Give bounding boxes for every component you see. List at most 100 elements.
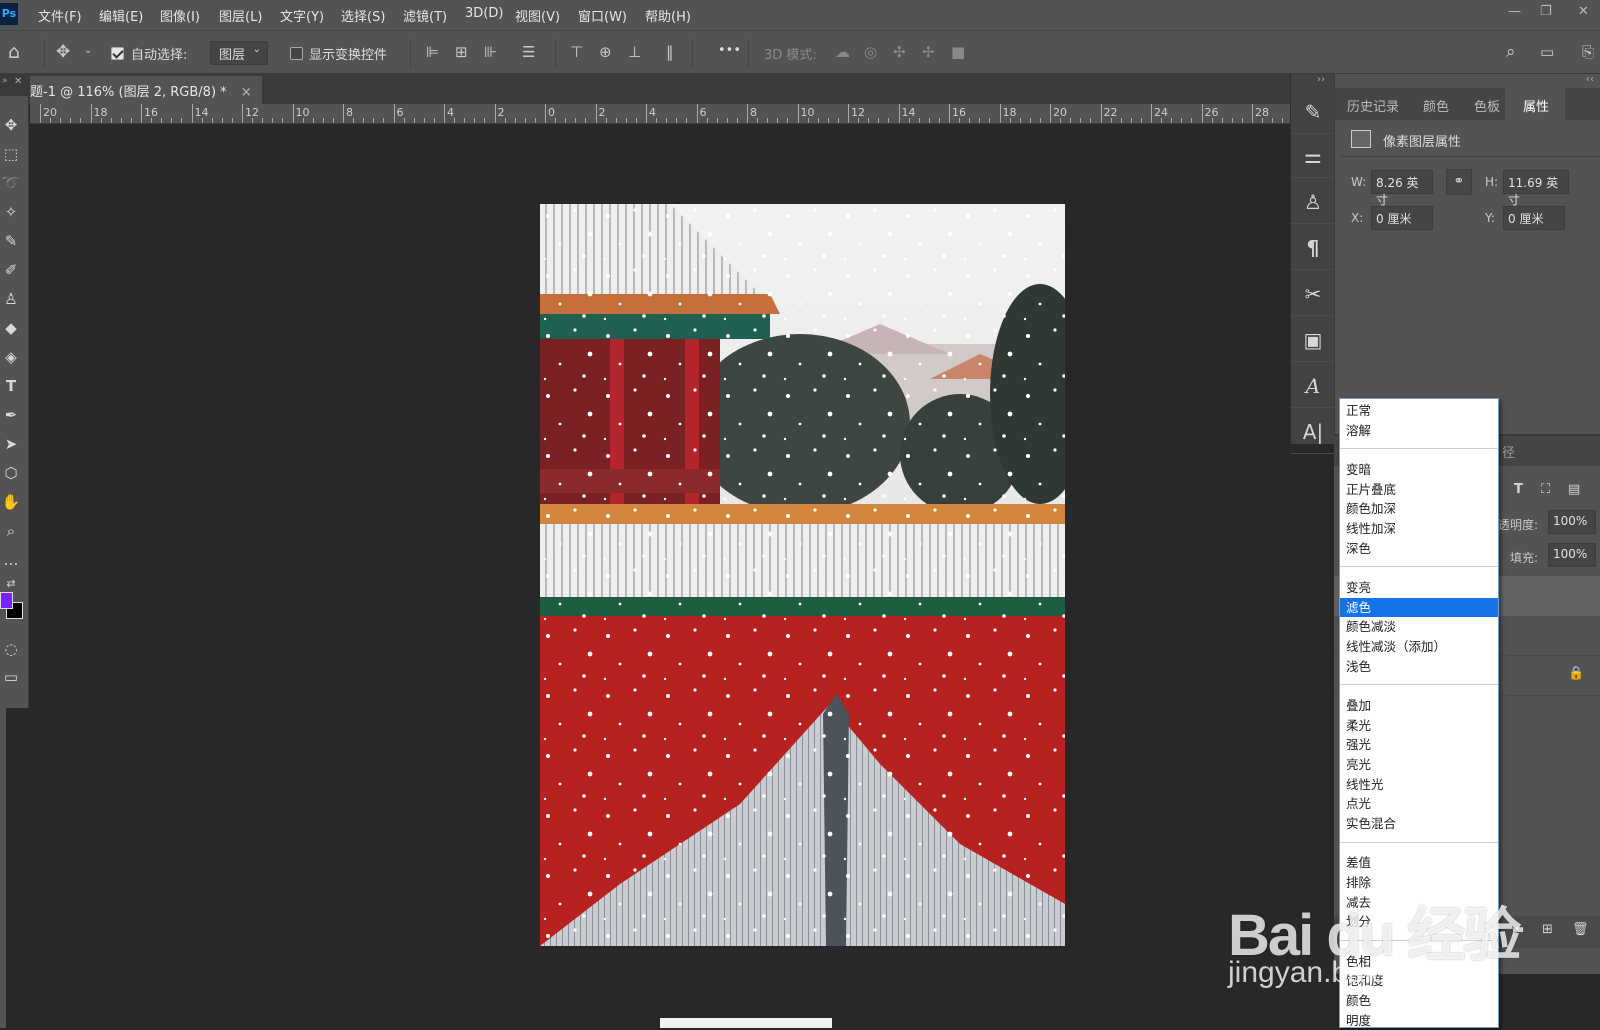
blend-mode-option[interactable]: 点光 — [1340, 794, 1498, 813]
marquee-tool-icon[interactable]: ⬚ — [0, 141, 22, 167]
tab-swatches[interactable]: 色板 — [1474, 96, 1500, 115]
type-filter-icon[interactable]: T — [1514, 482, 1523, 497]
blend-mode-option[interactable]: 颜色加深 — [1340, 499, 1498, 518]
tab-color[interactable]: 颜色 — [1423, 96, 1449, 115]
menu-layer[interactable]: 图层(L) — [219, 6, 262, 25]
blend-mode-option[interactable]: 深色 — [1340, 539, 1498, 558]
smart-object-filter-icon[interactable]: ▤ — [1568, 482, 1580, 497]
3d-pan-icon[interactable]: ✣ — [893, 43, 906, 61]
eraser-icon[interactable]: ◆ — [0, 315, 22, 341]
blend-mode-option[interactable]: 变暗 — [1340, 460, 1498, 479]
eyedropper-icon[interactable]: ✎ — [0, 228, 22, 254]
paths-tab-fragment[interactable]: 径 — [1502, 442, 1515, 461]
blend-mode-option[interactable]: 饱和度 — [1340, 971, 1498, 990]
stamp-tool-icon[interactable]: ♙ — [0, 286, 22, 312]
align-right-icon[interactable]: ⊪ — [484, 43, 497, 61]
screen-mode-icon[interactable]: ▭ — [0, 664, 22, 690]
tab-history[interactable]: 历史记录 — [1347, 96, 1399, 115]
blend-mode-option[interactable]: 叠加 — [1340, 696, 1498, 715]
blend-mode-option[interactable]: 划分 — [1340, 912, 1498, 931]
3d-roll-icon[interactable]: ◎ — [864, 43, 877, 61]
menu-edit[interactable]: 编辑(E) — [99, 6, 143, 25]
blend-mode-option[interactable]: 明度 — [1340, 1011, 1498, 1030]
blend-mode-option[interactable]: 色相 — [1340, 952, 1498, 971]
hand-tool-icon[interactable]: ✋ — [0, 489, 22, 515]
link-icon[interactable]: ⚭ — [1446, 169, 1472, 195]
tool-presets-icon[interactable]: ✂ — [1291, 272, 1335, 316]
blend-mode-option[interactable]: 强光 — [1340, 735, 1498, 754]
blend-mode-menu[interactable]: 正常 溶解 变暗 正片叠底 颜色加深 线性加深 深色 变亮 滤色 颜色减淡 线性减淡（添加） 浅色 叠加… — [1339, 398, 1499, 1028]
search-icon[interactable]: ⌕ — [1506, 42, 1516, 62]
x-field[interactable]: 0 厘米 — [1371, 206, 1433, 230]
align-bottom-icon[interactable]: ⊥ — [628, 43, 641, 61]
blend-mode-option[interactable]: 正常 — [1340, 401, 1498, 420]
menu-file[interactable]: 文件(F) — [38, 6, 82, 25]
close-icon[interactable]: ✕ — [14, 76, 22, 87]
foreground-color-swatch[interactable] — [0, 592, 13, 609]
magic-wand-icon[interactable]: ✧ — [0, 199, 22, 225]
new-layer-icon[interactable]: ⊞ — [1542, 922, 1553, 937]
menu-filter[interactable]: 滤镜(T) — [403, 6, 447, 25]
blend-mode-option[interactable]: 颜色减淡 — [1340, 617, 1498, 636]
blend-mode-option[interactable]: 颜色 — [1340, 991, 1498, 1010]
quick-mask-icon[interactable]: ◌ — [0, 636, 22, 662]
menu-help[interactable]: 帮助(H) — [645, 6, 691, 25]
move-tool-icon[interactable]: ✥ — [0, 112, 22, 138]
trash-icon[interactable]: 🗑 — [1572, 922, 1589, 937]
zoom-tool-icon[interactable]: ⌕ — [0, 518, 22, 544]
more-tools-icon[interactable]: … — [0, 547, 22, 573]
height-field[interactable]: 11.69 英寸 — [1503, 170, 1569, 207]
shape-filter-icon[interactable]: ⛶ — [1541, 482, 1550, 497]
blend-mode-option[interactable]: 线性光 — [1340, 775, 1498, 794]
align-hcenter-icon[interactable]: ⊞ — [455, 43, 468, 61]
auto-select-target-dropdown[interactable]: 图层 ⌄ — [210, 41, 268, 65]
paragraph-icon[interactable]: ¶ — [1291, 226, 1335, 270]
libraries-icon[interactable]: ▣ — [1291, 318, 1335, 362]
blend-mode-option[interactable]: 正片叠底 — [1340, 480, 1498, 499]
glyphs-icon[interactable]: A — [1291, 364, 1335, 408]
blend-mode-option[interactable]: 线性减淡（添加） — [1340, 637, 1498, 656]
fill-field[interactable]: 100% — [1548, 543, 1596, 567]
path-selection-icon[interactable]: ➤ — [0, 431, 22, 457]
folder-icon[interactable]: ▬ — [1512, 922, 1524, 937]
type-tool-icon[interactable]: T — [0, 373, 22, 399]
menu-window[interactable]: 窗口(W) — [578, 6, 627, 25]
blend-mode-option[interactable]: 排除 — [1340, 873, 1498, 892]
blend-mode-option[interactable]: 实色混合 — [1340, 814, 1498, 833]
brush-tool-icon[interactable]: ✐ — [0, 257, 22, 283]
align-vcenter-icon[interactable]: ⊕ — [599, 43, 612, 61]
menu-image[interactable]: 图像(I) — [160, 6, 200, 25]
close-icon[interactable]: × — [241, 85, 252, 100]
3d-orbit-icon[interactable]: ☁ — [835, 43, 850, 61]
blend-mode-option[interactable]: 滤色 — [1340, 597, 1498, 617]
distribute-vertical-icon[interactable]: ‖ — [666, 43, 674, 61]
menu-select[interactable]: 选择(S) — [341, 6, 385, 25]
align-left-icon[interactable]: ⊫ — [426, 43, 439, 61]
collapse-icon[interactable]: » — [2, 76, 8, 86]
blend-mode-option[interactable]: 亮光 — [1340, 755, 1498, 774]
distribute-icon[interactable]: ☰ — [522, 43, 535, 61]
lasso-tool-icon[interactable]: ➰ — [0, 170, 22, 196]
minimize-icon[interactable]: — — [1508, 4, 1521, 19]
show-transform-checkbox[interactable] — [290, 47, 303, 60]
more-options-icon[interactable]: ••• — [718, 43, 741, 58]
brush-settings-icon[interactable]: ✎ — [1291, 90, 1335, 134]
paint-bucket-icon[interactable]: ◈ — [0, 344, 22, 370]
blend-mode-option[interactable]: 柔光 — [1340, 716, 1498, 735]
share-icon[interactable]: ⎘ — [1582, 43, 1594, 61]
align-top-icon[interactable]: ⊤ — [570, 43, 583, 61]
collapse-icon[interactable]: ‹‹ — [1586, 74, 1594, 85]
auto-select-checkbox[interactable] — [111, 47, 124, 60]
blend-mode-option[interactable]: 变亮 — [1340, 578, 1498, 597]
3d-slide-icon[interactable]: ✢ — [922, 43, 935, 61]
adjustments-icon[interactable]: ⚌ — [1291, 134, 1335, 178]
3d-camera-icon[interactable]: ■ — [951, 43, 965, 61]
close-icon[interactable]: ✕ — [1578, 4, 1589, 19]
blend-mode-option[interactable]: 差值 — [1340, 853, 1498, 872]
blend-mode-option[interactable]: 浅色 — [1340, 657, 1498, 676]
menu-view[interactable]: 视图(V) — [515, 6, 560, 25]
clone-source-icon[interactable]: ♙ — [1291, 180, 1335, 224]
menu-3d[interactable]: 3D(D) — [465, 6, 503, 21]
restore-icon[interactable]: ❐ — [1540, 4, 1552, 19]
y-field[interactable]: 0 厘米 — [1503, 206, 1565, 230]
